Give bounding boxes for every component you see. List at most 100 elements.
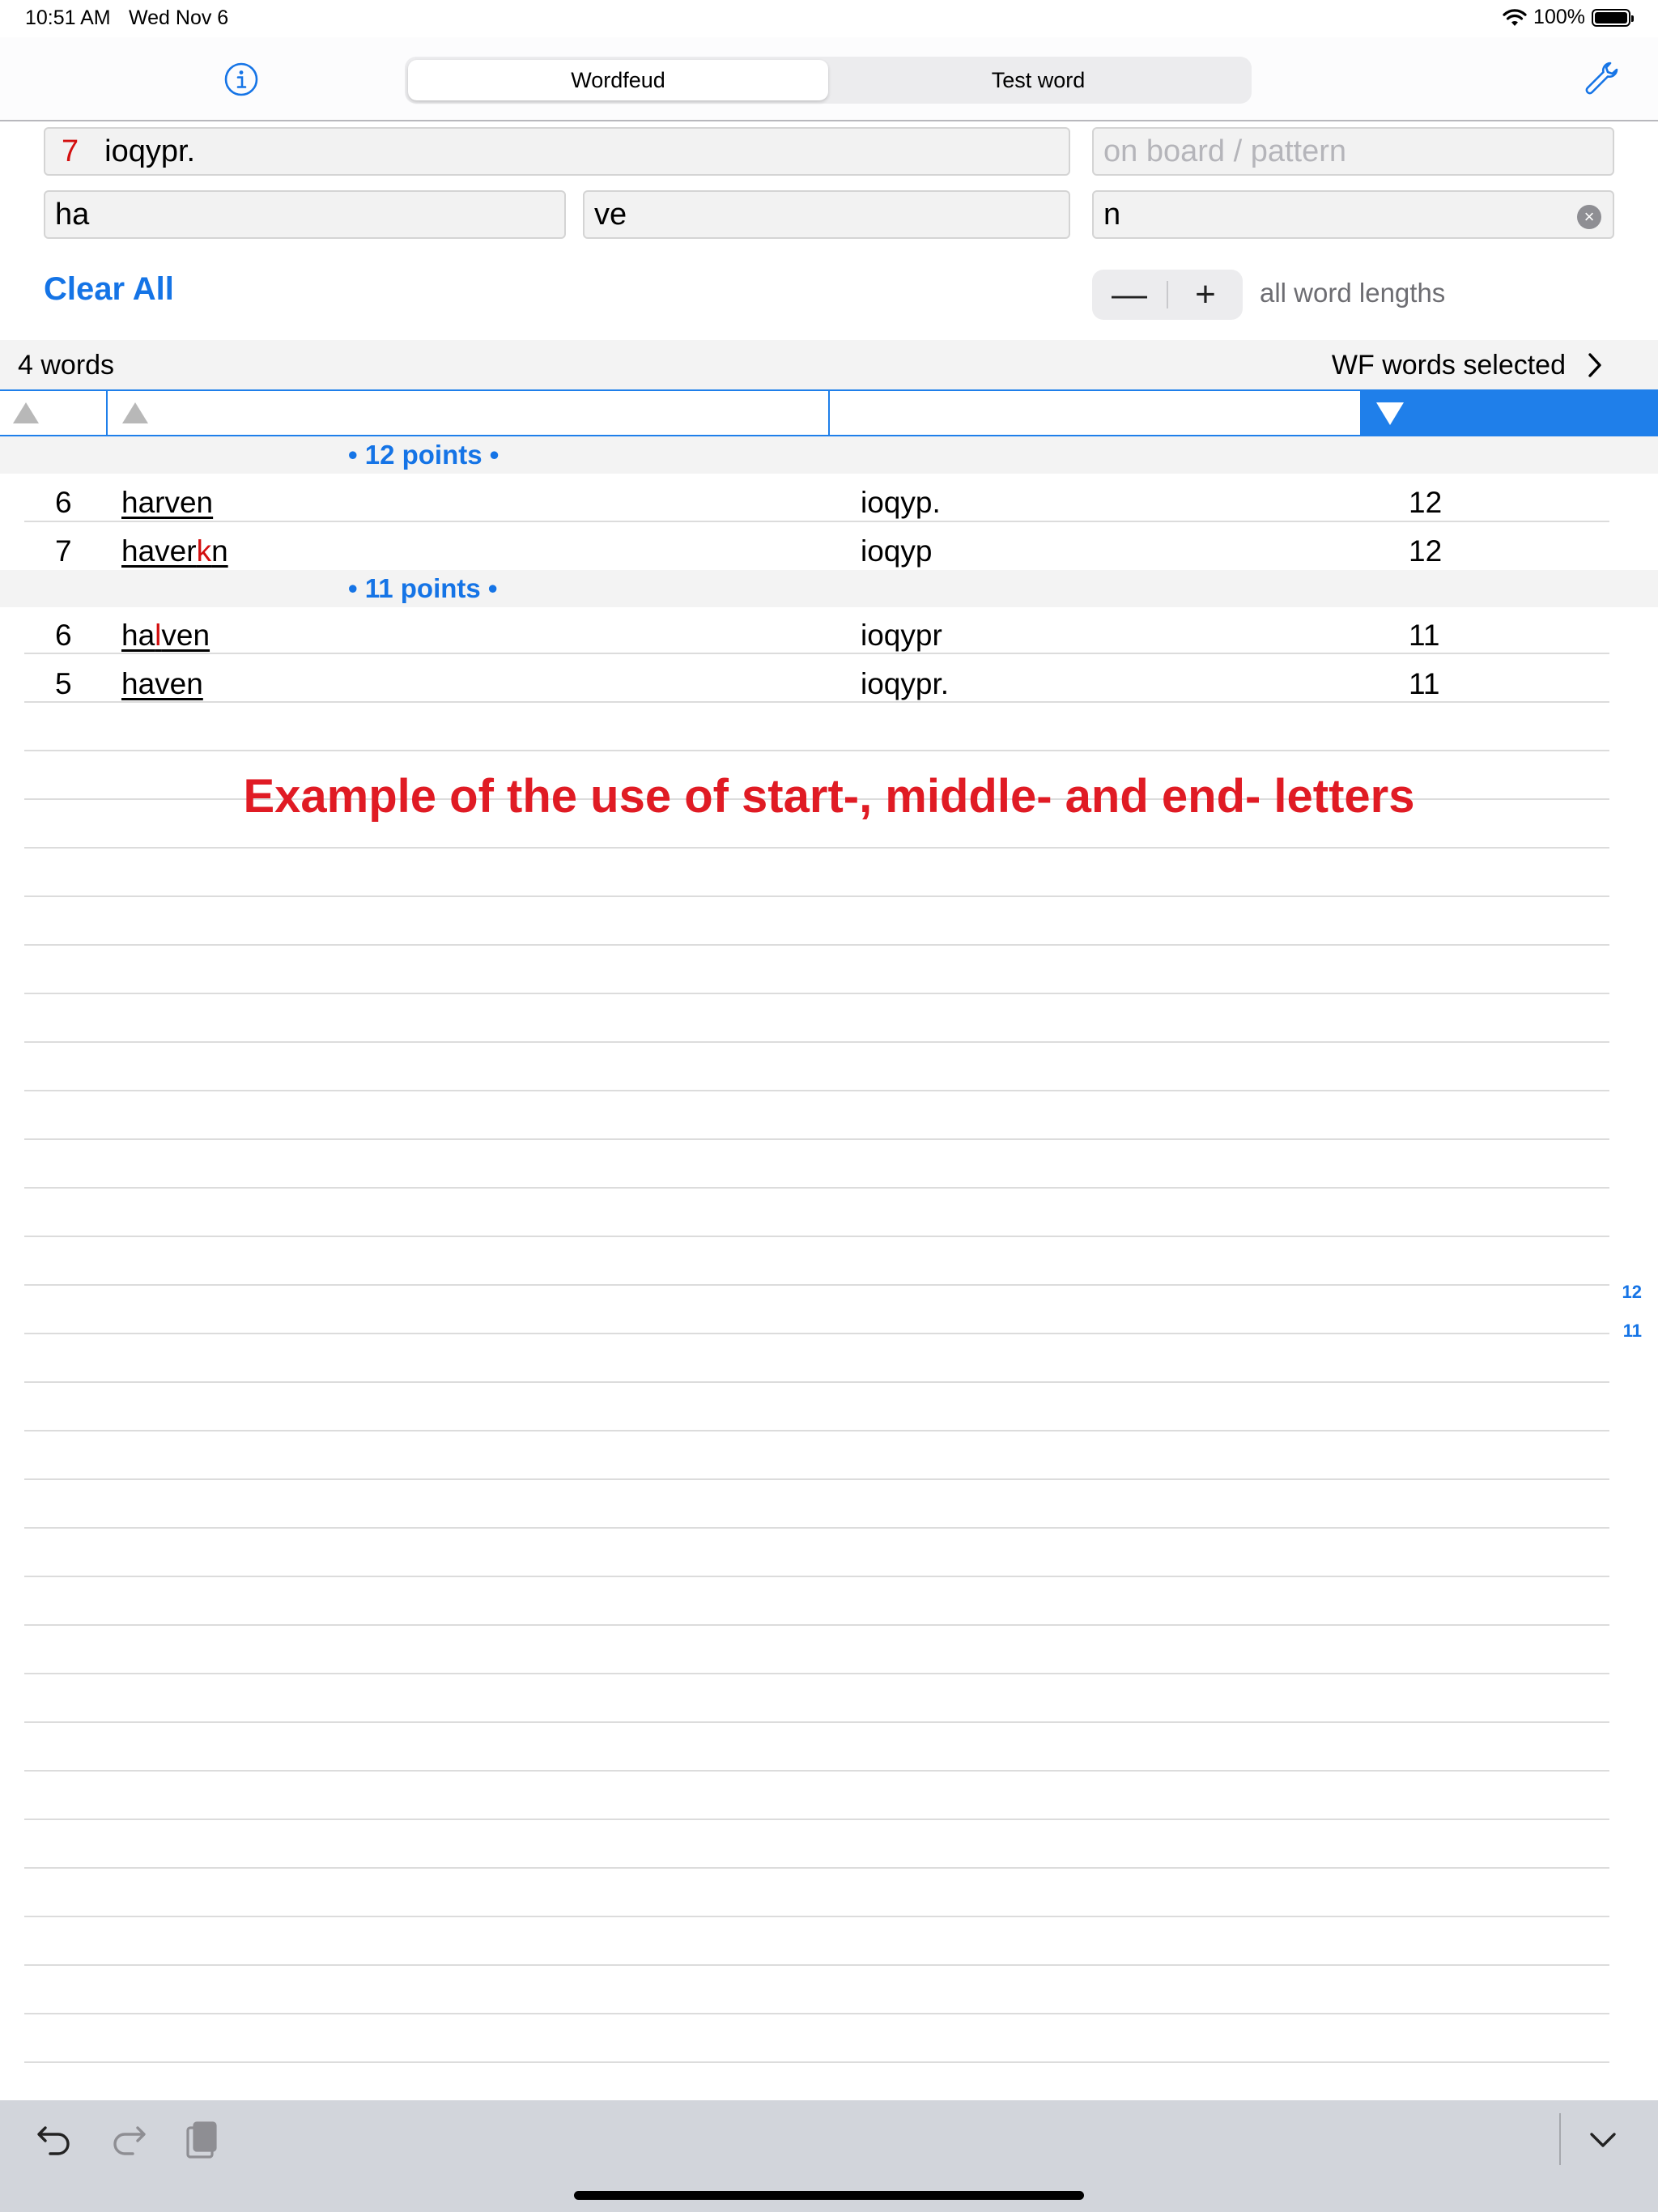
redo-icon[interactable] <box>105 2116 151 2162</box>
result-row[interactable]: 7 haverkn ioqyp 12 <box>0 525 1658 573</box>
result-word: haverkn <box>121 534 228 568</box>
wifi-icon <box>1503 8 1527 26</box>
empty-row-divider <box>24 1138 1609 1140</box>
status-indicators: 100% <box>1503 6 1634 29</box>
middle-letters-input[interactable]: ve <box>583 190 1070 239</box>
empty-row-divider <box>24 1478 1609 1480</box>
dismiss-keyboard-icon[interactable] <box>1580 2116 1626 2162</box>
result-row[interactable]: 6 halven ioqypr 11 <box>0 609 1658 657</box>
row-divider <box>24 653 1609 654</box>
empty-row-divider <box>24 1041 1609 1043</box>
start-letters-value: ha <box>55 197 90 232</box>
word-length-label: all word lengths <box>1260 278 1446 308</box>
section-index-item[interactable]: 12 <box>1622 1282 1642 1303</box>
remaining-rack: ioqyp <box>861 534 933 568</box>
group-header-12-points: • 12 points • <box>0 436 1658 474</box>
chevron-right-icon[interactable] <box>1584 351 1606 379</box>
undo-icon[interactable] <box>32 2116 78 2162</box>
result-row[interactable]: 6 harven ioqyp. 12 <box>0 476 1658 525</box>
empty-row-divider <box>24 847 1609 849</box>
word-points: 11 <box>1409 667 1440 700</box>
result-word: haven <box>121 667 203 700</box>
empty-row-divider <box>24 1236 1609 1237</box>
sort-by-word[interactable] <box>108 391 830 435</box>
empty-row-divider <box>24 1916 1609 1917</box>
sort-by-points[interactable] <box>1360 391 1658 435</box>
middle-letters-value: ve <box>594 197 627 232</box>
empty-row-divider <box>24 1624 1609 1626</box>
word-length: 7 <box>55 534 72 568</box>
status-bar: 10:51 AM Wed Nov 6 100% <box>0 0 1658 37</box>
word-length-stepper[interactable]: — + <box>1092 270 1243 320</box>
empty-row-divider <box>24 1090 1609 1091</box>
example-caption: Example of the use of start-, middle- an… <box>243 770 1415 823</box>
sort-by-rack[interactable] <box>830 391 1360 435</box>
rack-letter-count: 7 <box>62 134 79 168</box>
remaining-rack: ioqypr <box>861 619 942 652</box>
empty-row-divider <box>24 1673 1609 1674</box>
wrench-icon[interactable] <box>1581 58 1622 99</box>
empty-row-divider <box>24 1527 1609 1529</box>
empty-row-divider <box>24 944 1609 946</box>
board-pattern-input[interactable]: on board / pattern <box>1092 127 1614 176</box>
empty-row-divider <box>24 993 1609 994</box>
info-icon[interactable] <box>223 62 259 97</box>
word-points: 12 <box>1409 486 1443 519</box>
row-divider <box>24 521 1609 522</box>
empty-row-divider <box>24 1381 1609 1383</box>
end-letters-value: n <box>1103 197 1121 232</box>
end-letters-input[interactable]: n × <box>1092 190 1614 239</box>
segment-wordfeud[interactable]: Wordfeud <box>408 60 828 100</box>
word-list-selector[interactable]: WF words selected <box>1332 350 1566 381</box>
paste-icon[interactable] <box>180 2116 225 2162</box>
empty-row-divider <box>24 2013 1609 2014</box>
mode-segmented-control[interactable]: Wordfeud Test word <box>405 57 1252 104</box>
empty-row-divider <box>24 1964 1609 1966</box>
increment-button[interactable]: + <box>1168 274 1243 315</box>
word-length: 5 <box>55 667 72 700</box>
remaining-rack: ioqyp. <box>861 486 941 519</box>
segment-test-word[interactable]: Test word <box>828 60 1248 100</box>
empty-row-divider <box>24 1333 1609 1334</box>
remaining-rack: ioqypr. <box>861 667 950 700</box>
empty-row-divider <box>24 1187 1609 1189</box>
clear-field-icon[interactable]: × <box>1577 205 1601 229</box>
results-summary: 4 words WF words selected <box>0 340 1658 390</box>
group-label: • 12 points • <box>348 440 500 470</box>
rack-input[interactable]: 7 ioqypr. <box>44 127 1070 176</box>
clear-all-button[interactable]: Clear All <box>44 271 174 308</box>
status-time: 10:51 AM <box>25 6 111 29</box>
sort-header <box>0 389 1658 436</box>
sort-ascending-icon <box>122 402 148 423</box>
word-points: 11 <box>1409 619 1440 652</box>
result-word: halven <box>121 619 210 652</box>
sort-by-length[interactable] <box>0 391 108 435</box>
group-label: • 11 points • <box>348 573 498 603</box>
empty-row-divider <box>24 1721 1609 1723</box>
board-pattern-placeholder: on board / pattern <box>1103 134 1346 168</box>
toolbar-divider <box>1559 2113 1561 2165</box>
rack-value: ioqypr. <box>104 134 196 168</box>
nav-bar: Wordfeud Test word <box>0 37 1658 121</box>
row-divider <box>24 701 1609 703</box>
empty-row-divider <box>24 2061 1609 2063</box>
empty-row-divider <box>24 750 1609 751</box>
section-index-item[interactable]: 11 <box>1623 1321 1642 1342</box>
empty-row-divider <box>24 1770 1609 1772</box>
result-word: harven <box>121 486 214 519</box>
word-points: 12 <box>1409 534 1443 568</box>
battery-icon <box>1592 8 1634 27</box>
word-count: 4 words <box>18 350 115 381</box>
result-row[interactable]: 5 haven ioqypr. 11 <box>0 657 1658 706</box>
empty-row-divider <box>24 895 1609 897</box>
empty-row-divider <box>24 1284 1609 1286</box>
home-indicator[interactable] <box>574 2191 1084 2200</box>
empty-row-divider <box>24 1576 1609 1577</box>
empty-row-divider <box>24 1430 1609 1431</box>
word-length: 6 <box>55 486 72 519</box>
empty-row-divider <box>24 1819 1609 1820</box>
sort-ascending-icon <box>13 402 39 423</box>
start-letters-input[interactable]: ha <box>44 190 566 239</box>
decrement-button[interactable]: — <box>1092 274 1167 315</box>
sort-descending-icon <box>1376 402 1404 425</box>
